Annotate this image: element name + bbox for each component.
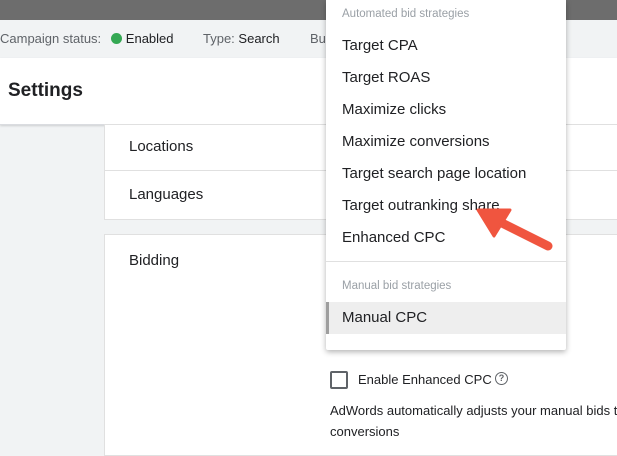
bid-strategy-dropdown-menu: Automated bid strategies Target CPA Targ… <box>326 0 566 350</box>
campaign-budget-label: Bu <box>310 31 326 46</box>
status-enabled-dot-icon <box>110 33 122 44</box>
section-languages[interactable]: Languages <box>129 186 203 203</box>
automated-bid-strategies-header: Automated bid strategies <box>342 8 470 20</box>
manual-bid-strategies-header: Manual bid strategies <box>342 280 452 292</box>
help-icon[interactable]: ? <box>495 372 508 385</box>
page-title: Settings <box>8 80 83 101</box>
description-line-1: AdWords automatically adjusts your manua… <box>330 403 617 418</box>
enhanced-cpc-description: AdWords automatically adjusts your manua… <box>330 400 617 442</box>
section-locations[interactable]: Locations <box>129 138 193 155</box>
menu-item-target-roas[interactable]: Target ROAS <box>326 62 566 94</box>
menu-item-maximize-conversions[interactable]: Maximize conversions <box>326 126 566 158</box>
campaign-status-value: Enabled <box>125 31 174 46</box>
menu-item-target-cpa[interactable]: Target CPA <box>326 30 566 62</box>
campaign-status: Campaign status: Enabled <box>0 31 174 46</box>
annotation-arrow-icon <box>476 208 553 251</box>
enhanced-cpc-checkbox[interactable] <box>330 371 348 389</box>
campaign-type-value: Search <box>238 31 280 46</box>
campaign-type-label: Type: <box>203 31 235 46</box>
menu-item-manual-cpc[interactable]: Manual CPC <box>326 302 566 334</box>
menu-divider <box>326 261 566 262</box>
menu-item-maximize-clicks[interactable]: Maximize clicks <box>326 94 566 126</box>
enhanced-cpc-checkbox-label[interactable]: Enable Enhanced CPC <box>358 372 492 387</box>
menu-item-target-search-page-location[interactable]: Target search page location <box>326 158 566 190</box>
campaign-status-label: Campaign status: <box>0 31 102 46</box>
section-bidding: Bidding <box>129 252 180 269</box>
campaign-type: Type: Search <box>203 31 280 46</box>
